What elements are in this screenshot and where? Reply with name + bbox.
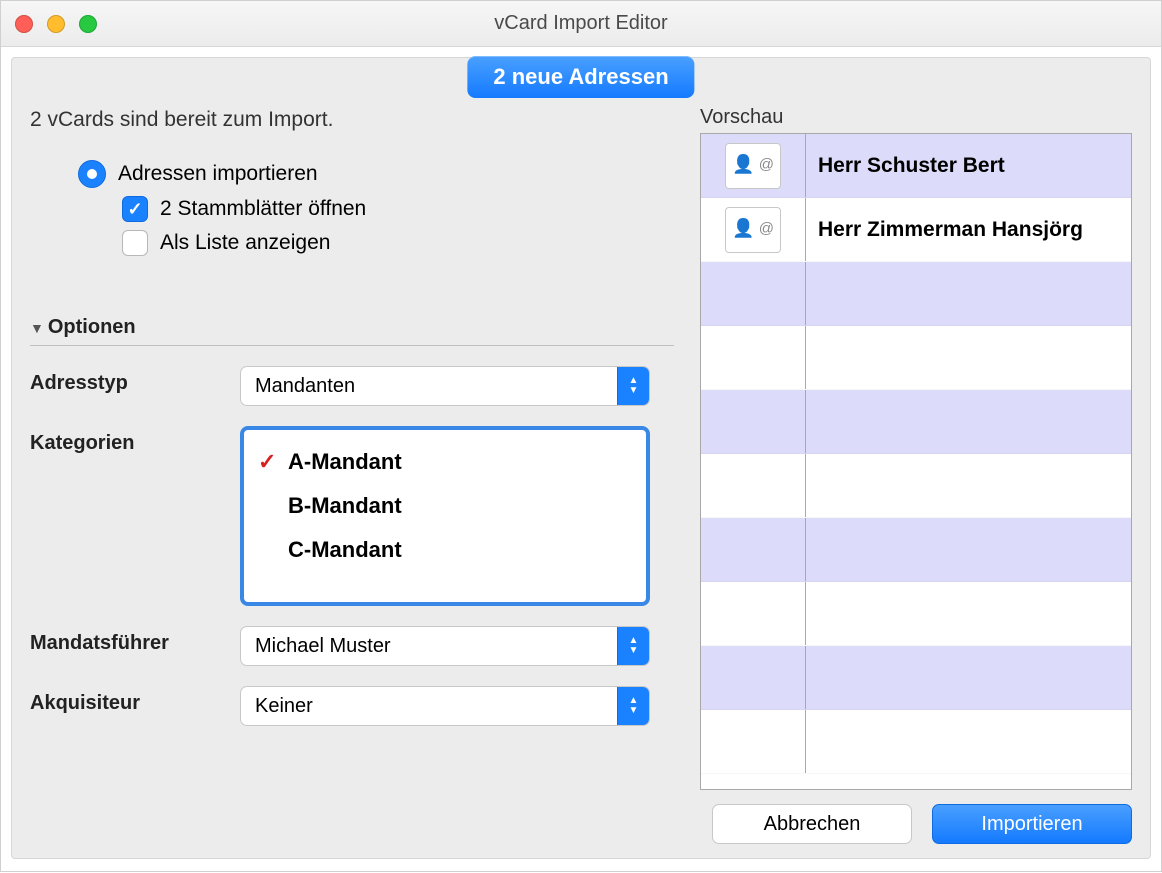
kategorie-item-label: A-Mandant bbox=[288, 449, 402, 475]
preview-row-empty bbox=[701, 326, 1131, 390]
kategorie-item-a[interactable]: ✓ A-Mandant bbox=[252, 440, 638, 484]
right-column: Vorschau 👤@ Herr Schuster Bert bbox=[684, 66, 1138, 844]
preview-row-empty bbox=[701, 582, 1131, 646]
cancel-button[interactable]: Abbrechen bbox=[712, 804, 912, 844]
preview-row[interactable]: 👤@ Herr Zimmerman Hansjörg bbox=[701, 198, 1131, 262]
kategorie-item-label: C-Mandant bbox=[288, 537, 402, 563]
window-title: vCard Import Editor bbox=[1, 12, 1161, 35]
mandatsfuehrer-label: Mandatsführer bbox=[30, 626, 240, 655]
checkbox-icon bbox=[122, 230, 148, 256]
stepper-icon: ▲▼ bbox=[617, 687, 649, 725]
options-divider bbox=[30, 345, 674, 346]
akquisiteur-label: Akquisiteur bbox=[30, 686, 240, 715]
preview-row[interactable]: 👤@ Herr Schuster Bert bbox=[701, 134, 1131, 198]
preview-row-empty bbox=[701, 262, 1131, 326]
checkbox-open-stammblaetter[interactable]: ✓ 2 Stammblätter öffnen bbox=[122, 196, 674, 222]
preview-icon-cell: 👤@ bbox=[701, 198, 806, 261]
options-heading-row[interactable]: ▼ Optionen bbox=[30, 316, 674, 339]
checkbox-stamm-label: 2 Stammblätter öffnen bbox=[160, 197, 366, 221]
options-heading: Optionen bbox=[48, 316, 136, 339]
stepper-icon: ▲▼ bbox=[617, 627, 649, 665]
checkbox-list-label: Als Liste anzeigen bbox=[160, 231, 330, 255]
radio-icon bbox=[78, 160, 106, 188]
preview-row-empty bbox=[701, 390, 1131, 454]
preview-row-empty bbox=[701, 518, 1131, 582]
app-window: vCard Import Editor 2 neue Adressen 2 vC… bbox=[0, 0, 1162, 872]
preview-name: Herr Schuster Bert bbox=[806, 134, 1131, 197]
radio-import-addresses[interactable]: Adressen importieren bbox=[78, 160, 674, 188]
content-area: 2 neue Adressen 2 vCards sind bereit zum… bbox=[1, 47, 1161, 873]
kategorien-label: Kategorien bbox=[30, 426, 240, 455]
preview-table: 👤@ Herr Schuster Bert 👤@ Herr bbox=[700, 133, 1132, 790]
akquisiteur-select[interactable]: Keiner ▲▼ bbox=[240, 686, 650, 726]
disclosure-triangle-icon: ▼ bbox=[30, 320, 44, 336]
checkbox-icon: ✓ bbox=[122, 196, 148, 222]
preview-label: Vorschau bbox=[700, 106, 1132, 129]
checkbox-show-as-list[interactable]: Als Liste anzeigen bbox=[122, 230, 674, 256]
akquisiteur-value: Keiner bbox=[255, 695, 313, 718]
titlebar: vCard Import Editor bbox=[1, 1, 1161, 47]
left-column: 2 vCards sind bereit zum Import. Adresse… bbox=[24, 66, 684, 844]
kategorie-item-b[interactable]: B-Mandant bbox=[252, 484, 638, 528]
preview-row-empty bbox=[701, 454, 1131, 518]
stepper-icon: ▲▼ bbox=[617, 367, 649, 405]
contact-card-icon: 👤@ bbox=[725, 207, 781, 253]
contact-card-icon: 👤@ bbox=[725, 143, 781, 189]
kategorie-item-c[interactable]: C-Mandant bbox=[252, 528, 638, 572]
preview-row-empty bbox=[701, 646, 1131, 710]
mandatsfuehrer-value: Michael Muster bbox=[255, 635, 391, 658]
kategorien-listbox[interactable]: ✓ A-Mandant B-Mandant bbox=[240, 426, 650, 606]
new-addresses-banner: 2 neue Adressen bbox=[467, 56, 694, 98]
import-button[interactable]: Importieren bbox=[932, 804, 1132, 844]
preview-icon-cell: 👤@ bbox=[701, 134, 806, 197]
preview-row-empty bbox=[701, 710, 1131, 774]
kategorie-item-label: B-Mandant bbox=[288, 493, 402, 519]
mandatsfuehrer-select[interactable]: Michael Muster ▲▼ bbox=[240, 626, 650, 666]
adresstyp-value: Mandanten bbox=[255, 375, 355, 398]
dialog-buttons: Abbrechen Importieren bbox=[700, 804, 1132, 844]
check-icon: ✓ bbox=[258, 449, 288, 475]
status-text: 2 vCards sind bereit zum Import. bbox=[30, 108, 674, 132]
radio-import-label: Adressen importieren bbox=[118, 162, 318, 186]
preview-name: Herr Zimmerman Hansjörg bbox=[806, 198, 1131, 261]
adresstyp-label: Adresstyp bbox=[30, 366, 240, 395]
adresstyp-select[interactable]: Mandanten ▲▼ bbox=[240, 366, 650, 406]
inner-panel: 2 neue Adressen 2 vCards sind bereit zum… bbox=[11, 57, 1151, 859]
